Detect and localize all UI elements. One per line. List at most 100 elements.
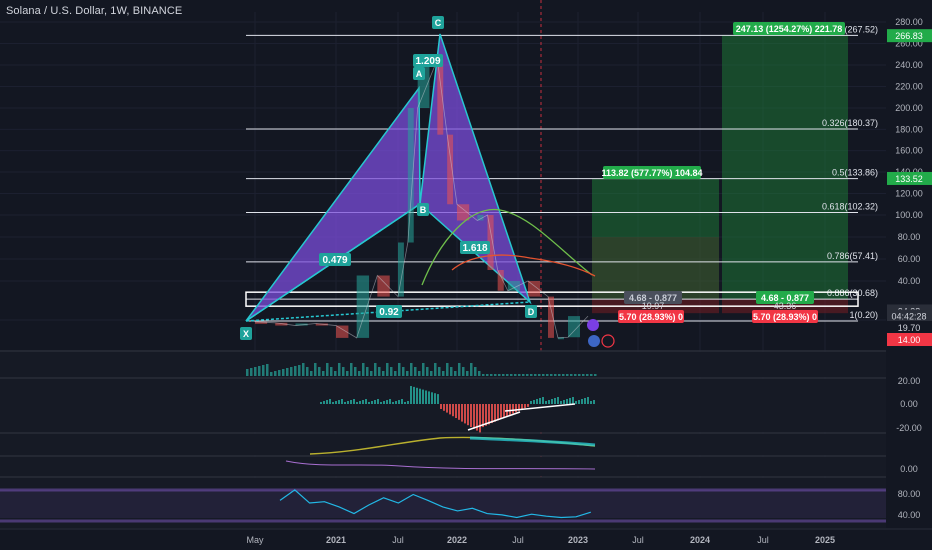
volume-bar [286, 368, 289, 376]
macd-bar [326, 400, 328, 404]
volume-bar [354, 367, 357, 376]
macd-bar [362, 400, 364, 404]
volume-bar [370, 371, 373, 376]
macd-bar [569, 398, 571, 404]
macd-bar [566, 399, 568, 404]
time-tick: Jul [757, 535, 769, 545]
volume-bar [582, 374, 585, 376]
loss-label-1: 5.70 (28.93%) 0 [618, 310, 684, 323]
macd-bar [368, 402, 370, 404]
macd-bar [548, 400, 550, 404]
macd-bar [485, 404, 487, 426]
time-tick: Jul [392, 535, 404, 545]
macd-bar [440, 404, 442, 409]
point-x: X [240, 327, 252, 340]
volume-bar [590, 374, 593, 376]
volume-bar [458, 363, 461, 376]
macd-bar [437, 394, 439, 404]
volume-bar [322, 371, 325, 376]
volume-bar [374, 363, 377, 376]
volume-bar [586, 374, 589, 376]
time-tick: 2024 [690, 535, 710, 545]
volume-bar [526, 374, 529, 376]
loss-label-2: 5.70 (28.93%) 0 [752, 310, 818, 323]
volume-bar [426, 367, 429, 376]
macd-bar [356, 402, 358, 404]
pane-tick: 40.00 [898, 510, 921, 520]
macd-bar [434, 393, 436, 404]
macd-bar [464, 404, 466, 424]
volume-bar [318, 367, 321, 376]
macd-bar [572, 397, 574, 404]
macd-bar [395, 401, 397, 404]
volume-bar [574, 374, 577, 376]
fib-label: 0.786(57.41) [827, 251, 878, 261]
macd-bar [389, 399, 391, 404]
macd-bar [374, 400, 376, 404]
volume-bar [502, 374, 505, 376]
macd-bar [557, 397, 559, 404]
point-d-text: D [528, 307, 535, 317]
macd-bar [329, 399, 331, 404]
price-tick: 280.00 [895, 17, 923, 27]
volume-bar [342, 367, 345, 376]
macd-bar [338, 400, 340, 404]
volume-bar [546, 374, 549, 376]
pane-tick: 0.00 [900, 399, 918, 409]
ratio-label-text: 1.209 [415, 56, 440, 67]
volume-bar [554, 374, 557, 376]
volume-bar [478, 371, 481, 376]
fib-label: 0(267.52) [839, 24, 878, 34]
macd-bar [473, 404, 475, 429]
volume-bar [274, 371, 277, 376]
macd-bar [488, 404, 490, 425]
macd-bar [320, 402, 322, 404]
price-label: 14.00 [898, 335, 921, 345]
macd-bar [578, 400, 580, 404]
volume-bar [346, 371, 349, 376]
macd-bar [512, 404, 514, 414]
chart-title: Solana / U.S. Dollar, 1W, BINANCE [6, 5, 183, 17]
event-icon [601, 334, 615, 348]
volume-bar [306, 367, 309, 376]
macd-bar [563, 400, 565, 404]
time-axis[interactable]: May 2021 Jul 2022 Jul 2023 Jul 2024 Jul 2025 [0, 528, 932, 550]
volume-bar [314, 363, 317, 376]
loss-label-2-text: 5.70 (28.93%) 0 [753, 312, 817, 322]
volume-bar [258, 366, 261, 376]
volume-bar [386, 363, 389, 376]
volume-bar [430, 371, 433, 376]
macd-bar [416, 387, 418, 404]
volume-bar [254, 367, 257, 376]
macd-bar [410, 386, 412, 404]
macd-bar [332, 402, 334, 404]
macd-bar [413, 386, 415, 404]
macd-bar [347, 401, 349, 404]
pane-tick: 0.00 [900, 464, 918, 474]
time-tick: 2021 [326, 535, 346, 545]
volume-bar [562, 374, 565, 376]
price-tick: 240.00 [895, 60, 923, 70]
macd-bar [407, 401, 409, 404]
time-tick: May [246, 535, 264, 545]
macd-bar [581, 399, 583, 404]
volume-bar [558, 374, 561, 376]
macd-bar [503, 404, 505, 418]
price-axis[interactable]: 280.00260.00240.00220.00200.00180.00160.… [886, 0, 932, 550]
price-chart[interactable]: 0(267.52) 0.326(180.37) 0.5(133.86) 0.618(1… [0, 0, 932, 550]
volume-bar [594, 374, 597, 376]
ratio-label-text: 0.92 [379, 307, 399, 318]
macd-bar [419, 388, 421, 404]
macd-bar [539, 398, 541, 404]
price-label: 19.70 [898, 323, 921, 333]
macd-bar [422, 389, 424, 404]
macd-bar [353, 399, 355, 404]
macd-bar [446, 404, 448, 413]
ma-red-line [451, 254, 596, 277]
volume-bar [390, 367, 393, 376]
point-b: B [417, 203, 429, 216]
volume-bar [394, 371, 397, 376]
point-a-text: A [416, 69, 423, 79]
volume-bar [474, 367, 477, 376]
macd-bar [392, 402, 394, 404]
